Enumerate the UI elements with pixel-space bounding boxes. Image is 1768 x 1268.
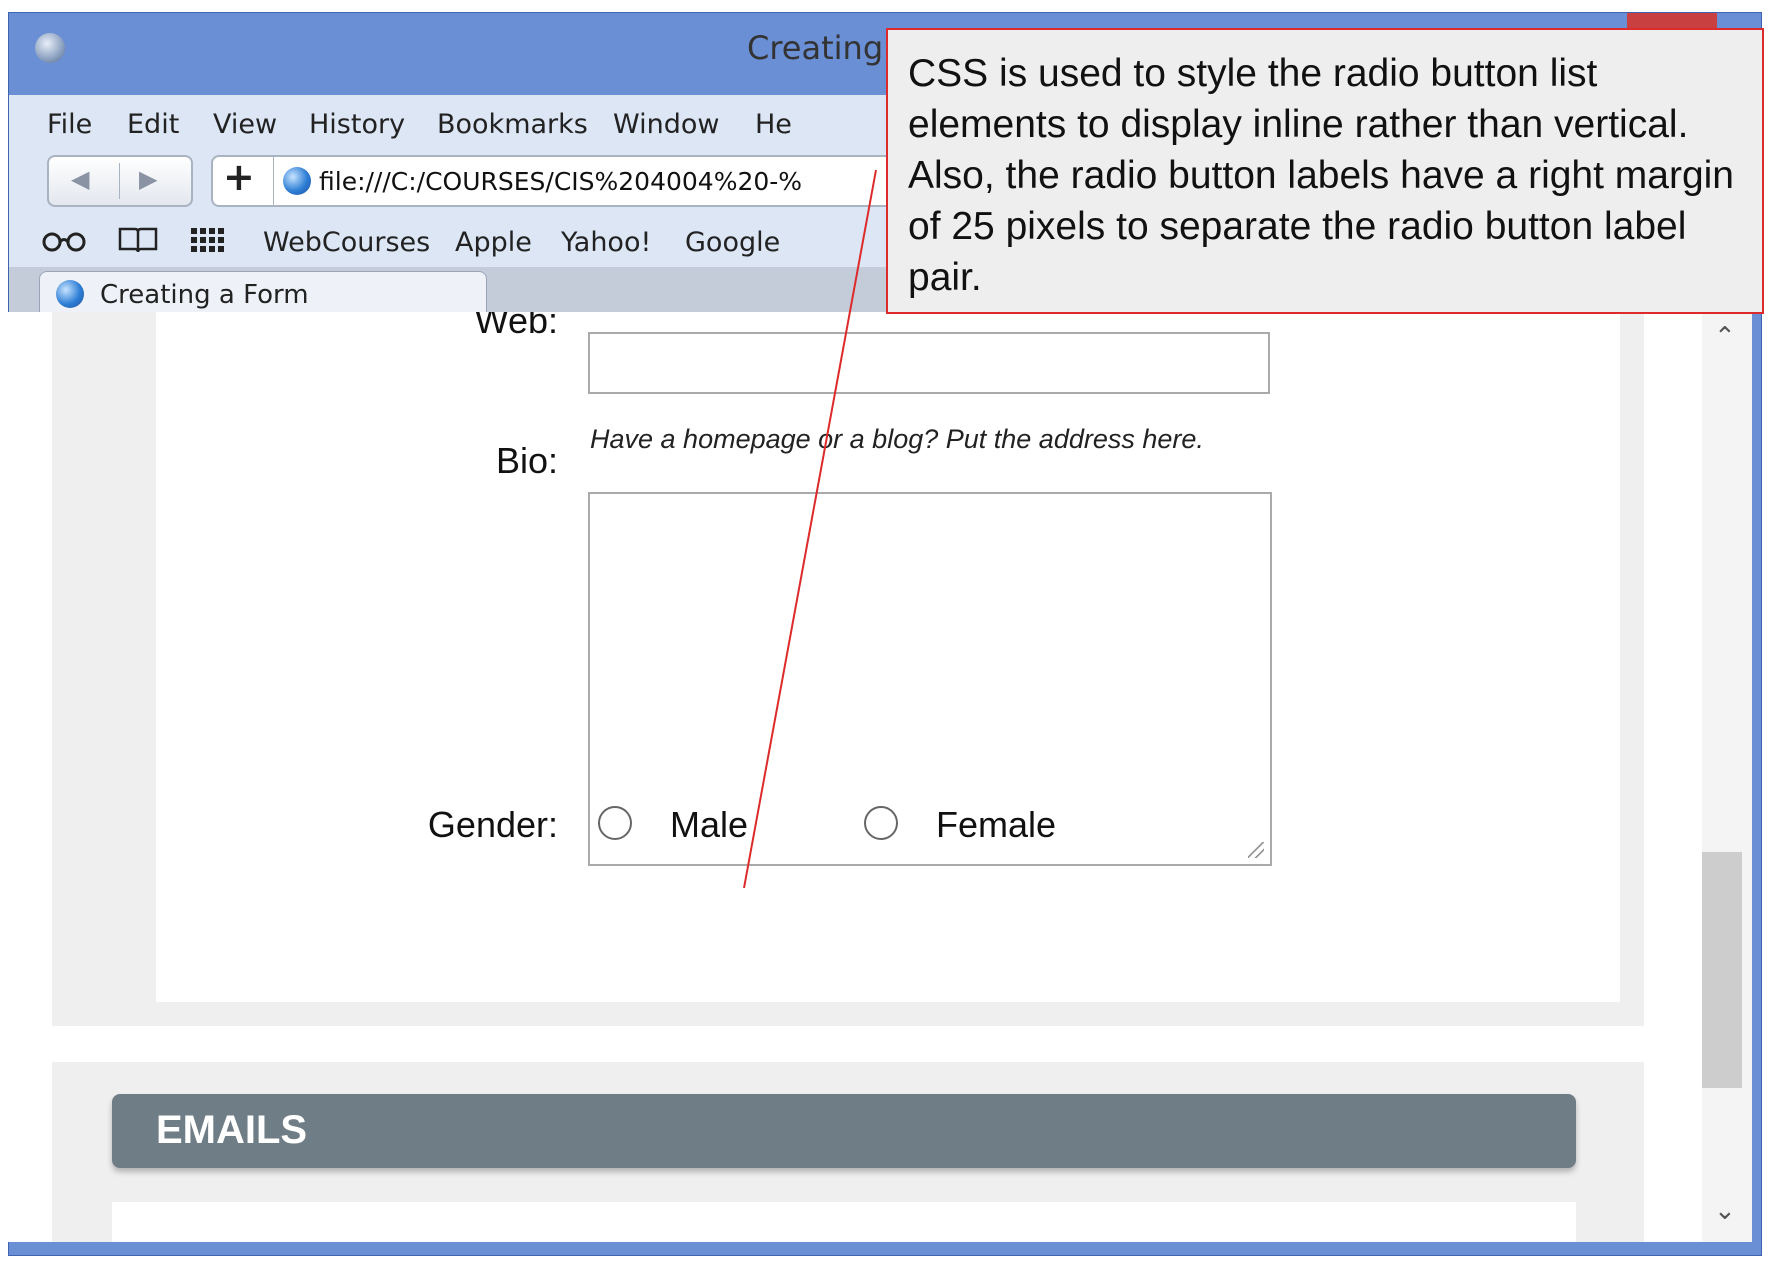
menu-history[interactable]: History xyxy=(309,109,405,140)
bio-label: Bio: xyxy=(495,440,558,481)
forward-button[interactable]: ▶ xyxy=(139,165,157,193)
gender-radio-male[interactable] xyxy=(598,806,632,840)
callout-text: CSS is used to style the radio button li… xyxy=(908,52,1734,299)
menu-file[interactable]: File xyxy=(47,109,92,140)
bookmark-yahoo[interactable]: Yahoo! xyxy=(561,227,651,258)
web-input[interactable] xyxy=(588,332,1270,394)
web-hint: Have a homepage or a blog? Put the addre… xyxy=(590,424,1204,454)
gender-label: Gender: xyxy=(427,804,558,845)
scroll-thumb[interactable] xyxy=(1702,852,1742,1088)
emails-section-header: EMAILS xyxy=(112,1094,1576,1168)
menu-view[interactable]: View xyxy=(213,109,277,140)
gender-radio-female[interactable] xyxy=(864,806,898,840)
bookmark-webcourses[interactable]: WebCourses xyxy=(263,227,430,258)
app-icon xyxy=(35,33,65,63)
address-bar[interactable]: + file:///C:/COURSES/CIS%204004%20-% xyxy=(211,155,915,207)
resize-grip-icon[interactable] xyxy=(1248,842,1264,858)
vertical-scrollbar[interactable]: ⌃ ⌄ xyxy=(1702,312,1752,1242)
nav-divider xyxy=(119,163,120,199)
tab-globe-icon xyxy=(56,280,84,308)
menu-bookmarks[interactable]: Bookmarks xyxy=(437,109,588,140)
gender-label-female: Female xyxy=(936,804,1057,845)
emails-title: EMAILS xyxy=(156,1108,308,1152)
menu-help[interactable]: He xyxy=(755,109,792,140)
emails-panel-inner xyxy=(112,1202,1576,1242)
tab-creating-a-form[interactable]: Creating a Form xyxy=(39,271,487,314)
annotation-callout: CSS is used to style the radio button li… xyxy=(886,28,1764,314)
web-label: Web: xyxy=(474,312,558,341)
url-text[interactable]: file:///C:/COURSES/CIS%204004%20-% xyxy=(319,167,802,196)
window-title: Creating xyxy=(747,29,884,67)
book-icon xyxy=(118,227,158,253)
tab-label: Creating a Form xyxy=(100,280,309,310)
gender-label-male: Male xyxy=(670,804,749,845)
page-content: Web: Have a homepage or a blog? Put the … xyxy=(8,312,1702,1242)
menu-window[interactable]: Window xyxy=(613,109,719,140)
address-divider xyxy=(273,157,274,205)
glasses-icon xyxy=(42,232,86,252)
top-sites-icon[interactable] xyxy=(189,225,227,260)
back-button[interactable]: ◀ xyxy=(71,165,89,193)
bookmark-google[interactable]: Google xyxy=(685,227,780,258)
scroll-up-icon[interactable]: ⌃ xyxy=(1714,322,1736,352)
bookmarks-book-icon[interactable] xyxy=(117,225,159,262)
nav-buttons: ◀ ▶ xyxy=(47,155,193,207)
grid-icon xyxy=(191,228,224,252)
bookmark-apple[interactable]: Apple xyxy=(455,227,532,258)
menu-edit[interactable]: Edit xyxy=(127,109,179,140)
reading-list-icon[interactable] xyxy=(41,225,87,260)
add-bookmark-button[interactable]: + xyxy=(223,155,255,199)
globe-icon xyxy=(283,167,311,195)
scroll-down-icon[interactable]: ⌄ xyxy=(1714,1196,1736,1226)
